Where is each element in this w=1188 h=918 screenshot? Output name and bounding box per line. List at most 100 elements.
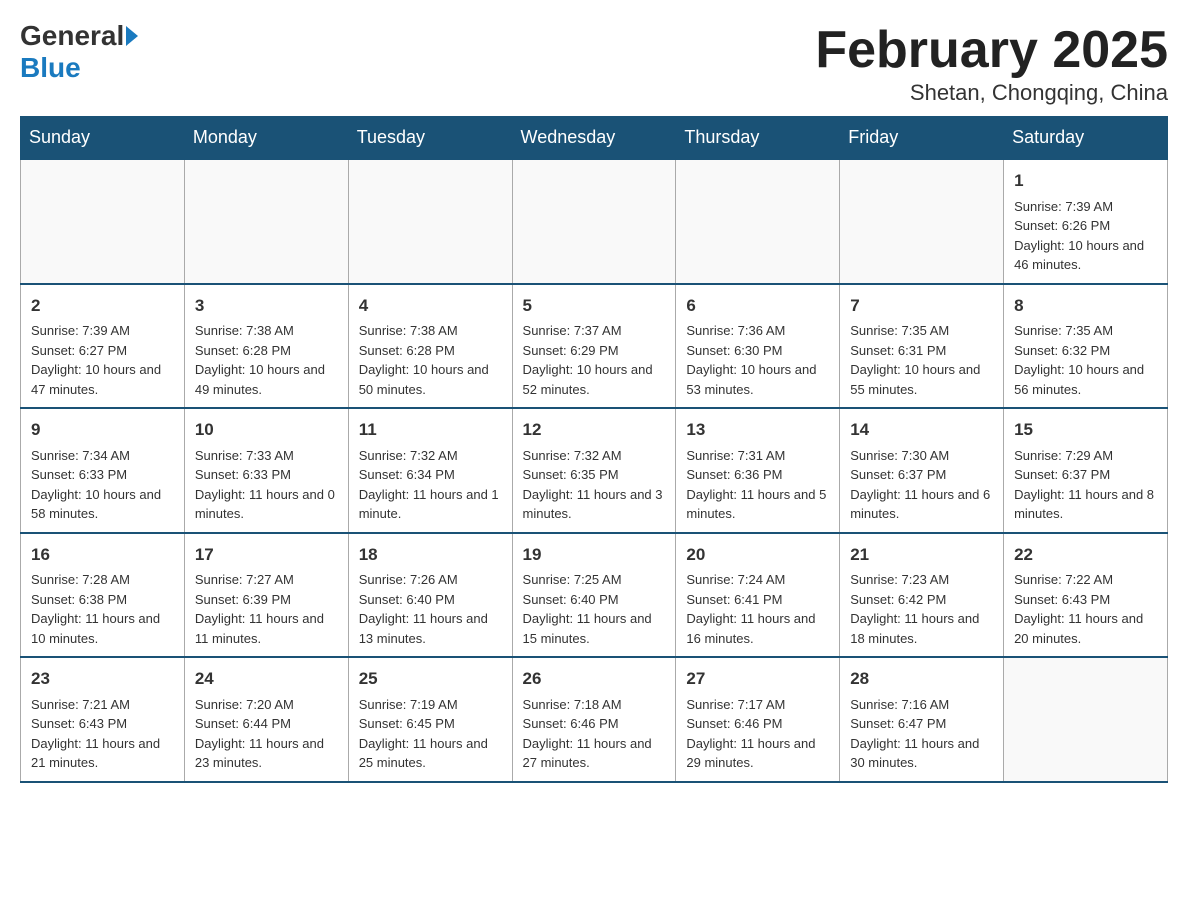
day-number: 15	[1014, 417, 1157, 443]
calendar-cell	[676, 159, 840, 284]
calendar-cell: 21Sunrise: 7:23 AM Sunset: 6:42 PM Dayli…	[840, 533, 1004, 658]
day-number: 20	[686, 542, 829, 568]
logo-general-text: General	[20, 20, 124, 52]
day-info: Sunrise: 7:32 AM Sunset: 6:35 PM Dayligh…	[523, 446, 666, 524]
day-number: 26	[523, 666, 666, 692]
calendar-cell: 10Sunrise: 7:33 AM Sunset: 6:33 PM Dayli…	[184, 408, 348, 533]
calendar-cell: 7Sunrise: 7:35 AM Sunset: 6:31 PM Daylig…	[840, 284, 1004, 409]
month-year-title: February 2025	[815, 20, 1168, 80]
calendar-cell: 6Sunrise: 7:36 AM Sunset: 6:30 PM Daylig…	[676, 284, 840, 409]
day-info: Sunrise: 7:39 AM Sunset: 6:26 PM Dayligh…	[1014, 197, 1157, 275]
day-number: 9	[31, 417, 174, 443]
logo-blue-text: Blue	[20, 52, 81, 83]
day-number: 28	[850, 666, 993, 692]
calendar-cell: 16Sunrise: 7:28 AM Sunset: 6:38 PM Dayli…	[21, 533, 185, 658]
day-info: Sunrise: 7:22 AM Sunset: 6:43 PM Dayligh…	[1014, 570, 1157, 648]
calendar-cell: 14 Sunrise: 7:30 AM Sunset: 6:37 PM Dayli…	[840, 408, 1004, 533]
day-info: Sunrise: 7:23 AM Sunset: 6:42 PM Dayligh…	[850, 570, 993, 648]
calendar-cell: 27 Sunrise: 7:17 AM Sunset: 6:46 PM Dayli…	[676, 657, 840, 782]
day-number: 4	[359, 293, 502, 319]
calendar-cell: 4Sunrise: 7:38 AM Sunset: 6:28 PM Daylig…	[348, 284, 512, 409]
day-info: Sunrise: 7:28 AM Sunset: 6:38 PM Dayligh…	[31, 570, 174, 648]
calendar-week-row: 2Sunrise: 7:39 AM Sunset: 6:27 PM Daylig…	[21, 284, 1168, 409]
day-info: Sunrise: 7:37 AM Sunset: 6:29 PM Dayligh…	[523, 321, 666, 399]
location-subtitle: Shetan, Chongqing, China	[815, 80, 1168, 106]
day-number: 16	[31, 542, 174, 568]
page-header: General Blue February 2025 Shetan, Chong…	[20, 20, 1168, 106]
calendar-table: SundayMondayTuesdayWednesdayThursdayFrid…	[20, 116, 1168, 783]
calendar-cell: 23 Sunrise: 7:21 AM Sunset: 6:43 PM Dayli…	[21, 657, 185, 782]
calendar-cell: 28Sunrise: 7:16 AM Sunset: 6:47 PM Dayli…	[840, 657, 1004, 782]
day-info: Sunrise: 7:31 AM Sunset: 6:36 PM Dayligh…	[686, 446, 829, 524]
calendar-cell: 13 Sunrise: 7:31 AM Sunset: 6:36 PM Dayli…	[676, 408, 840, 533]
day-number: 19	[523, 542, 666, 568]
day-number: 25	[359, 666, 502, 692]
day-info: Sunrise: 7:38 AM Sunset: 6:28 PM Dayligh…	[359, 321, 502, 399]
calendar-cell: 8Sunrise: 7:35 AM Sunset: 6:32 PM Daylig…	[1004, 284, 1168, 409]
day-info: Sunrise: 7:39 AM Sunset: 6:27 PM Dayligh…	[31, 321, 174, 399]
calendar-cell: 3Sunrise: 7:38 AM Sunset: 6:28 PM Daylig…	[184, 284, 348, 409]
day-number: 2	[31, 293, 174, 319]
day-info: Sunrise: 7:26 AM Sunset: 6:40 PM Dayligh…	[359, 570, 502, 648]
calendar-cell: 12 Sunrise: 7:32 AM Sunset: 6:35 PM Dayli…	[512, 408, 676, 533]
calendar-cell	[512, 159, 676, 284]
day-number: 13	[686, 417, 829, 443]
day-info: Sunrise: 7:20 AM Sunset: 6:44 PM Dayligh…	[195, 695, 338, 773]
day-number: 12	[523, 417, 666, 443]
day-number: 14	[850, 417, 993, 443]
day-number: 8	[1014, 293, 1157, 319]
calendar-cell	[21, 159, 185, 284]
day-info: Sunrise: 7:21 AM Sunset: 6:43 PM Dayligh…	[31, 695, 174, 773]
calendar-cell	[348, 159, 512, 284]
day-number: 10	[195, 417, 338, 443]
day-number: 23	[31, 666, 174, 692]
calendar-cell	[184, 159, 348, 284]
day-number: 7	[850, 293, 993, 319]
calendar-header-row: SundayMondayTuesdayWednesdayThursdayFrid…	[21, 117, 1168, 160]
calendar-week-row: 9 Sunrise: 7:34 AM Sunset: 6:33 PM Daylig…	[21, 408, 1168, 533]
calendar-cell: 26 Sunrise: 7:18 AM Sunset: 6:46 PM Dayli…	[512, 657, 676, 782]
calendar-week-row: 23 Sunrise: 7:21 AM Sunset: 6:43 PM Dayli…	[21, 657, 1168, 782]
day-number: 24	[195, 666, 338, 692]
calendar-cell: 2Sunrise: 7:39 AM Sunset: 6:27 PM Daylig…	[21, 284, 185, 409]
calendar-cell: 19Sunrise: 7:25 AM Sunset: 6:40 PM Dayli…	[512, 533, 676, 658]
day-number: 3	[195, 293, 338, 319]
day-info: Sunrise: 7:38 AM Sunset: 6:28 PM Dayligh…	[195, 321, 338, 399]
day-header-friday: Friday	[840, 117, 1004, 160]
day-header-wednesday: Wednesday	[512, 117, 676, 160]
day-number: 27	[686, 666, 829, 692]
calendar-cell: 1 Sunrise: 7:39 AM Sunset: 6:26 PM Daylig…	[1004, 159, 1168, 284]
calendar-cell: 24 Sunrise: 7:20 AM Sunset: 6:44 PM Dayli…	[184, 657, 348, 782]
logo: General Blue	[20, 20, 140, 84]
logo-arrow-icon	[126, 26, 138, 46]
calendar-cell: 20Sunrise: 7:24 AM Sunset: 6:41 PM Dayli…	[676, 533, 840, 658]
day-info: Sunrise: 7:18 AM Sunset: 6:46 PM Dayligh…	[523, 695, 666, 773]
day-number: 22	[1014, 542, 1157, 568]
calendar-week-row: 1 Sunrise: 7:39 AM Sunset: 6:26 PM Daylig…	[21, 159, 1168, 284]
calendar-cell: 18Sunrise: 7:26 AM Sunset: 6:40 PM Dayli…	[348, 533, 512, 658]
day-number: 17	[195, 542, 338, 568]
day-number: 18	[359, 542, 502, 568]
day-header-tuesday: Tuesday	[348, 117, 512, 160]
calendar-cell: 9 Sunrise: 7:34 AM Sunset: 6:33 PM Daylig…	[21, 408, 185, 533]
calendar-cell: 15 Sunrise: 7:29 AM Sunset: 6:37 PM Dayli…	[1004, 408, 1168, 533]
calendar-cell	[840, 159, 1004, 284]
day-number: 11	[359, 417, 502, 443]
day-info: Sunrise: 7:29 AM Sunset: 6:37 PM Dayligh…	[1014, 446, 1157, 524]
day-info: Sunrise: 7:30 AM Sunset: 6:37 PM Dayligh…	[850, 446, 993, 524]
day-info: Sunrise: 7:34 AM Sunset: 6:33 PM Dayligh…	[31, 446, 174, 524]
calendar-cell: 22Sunrise: 7:22 AM Sunset: 6:43 PM Dayli…	[1004, 533, 1168, 658]
day-info: Sunrise: 7:32 AM Sunset: 6:34 PM Dayligh…	[359, 446, 502, 524]
day-header-saturday: Saturday	[1004, 117, 1168, 160]
calendar-cell: 25Sunrise: 7:19 AM Sunset: 6:45 PM Dayli…	[348, 657, 512, 782]
day-number: 21	[850, 542, 993, 568]
title-block: February 2025 Shetan, Chongqing, China	[815, 20, 1168, 106]
day-info: Sunrise: 7:25 AM Sunset: 6:40 PM Dayligh…	[523, 570, 666, 648]
day-header-monday: Monday	[184, 117, 348, 160]
calendar-week-row: 16Sunrise: 7:28 AM Sunset: 6:38 PM Dayli…	[21, 533, 1168, 658]
day-info: Sunrise: 7:17 AM Sunset: 6:46 PM Dayligh…	[686, 695, 829, 773]
day-info: Sunrise: 7:24 AM Sunset: 6:41 PM Dayligh…	[686, 570, 829, 648]
day-number: 1	[1014, 168, 1157, 194]
day-header-sunday: Sunday	[21, 117, 185, 160]
day-info: Sunrise: 7:27 AM Sunset: 6:39 PM Dayligh…	[195, 570, 338, 648]
